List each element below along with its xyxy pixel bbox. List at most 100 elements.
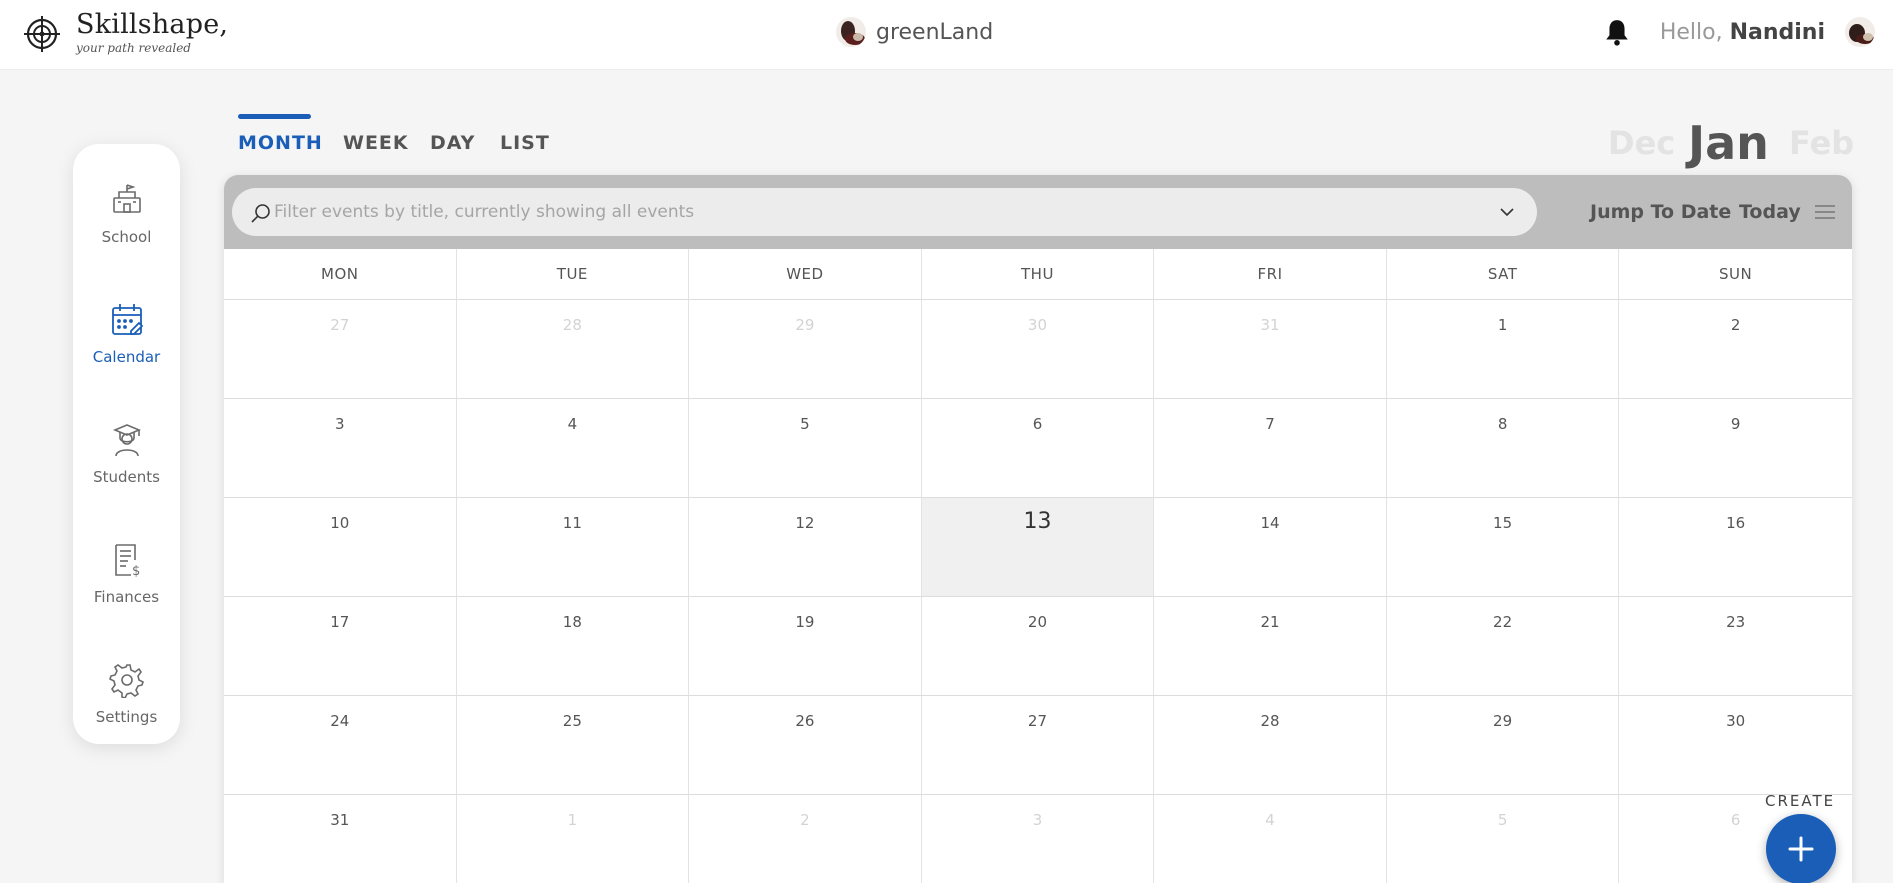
week-row: 17 18 19 20 21 22 23 [224, 597, 1852, 696]
weekday-label: THU [922, 249, 1155, 299]
week-row: 27 28 29 30 31 1 2 [224, 300, 1852, 399]
greeting: Hello, [1659, 19, 1723, 45]
month-grid: MON TUE WED THU FRI SAT SUN 27 28 29 30 31 1 2 3 4 5 6 7 8… [224, 249, 1852, 883]
day-cell[interactable]: 27 [922, 696, 1155, 794]
day-cell[interactable]: 2 [689, 795, 922, 883]
student-icon [112, 424, 141, 457]
create-button[interactable] [1766, 814, 1836, 883]
jump-to-date-button[interactable]: Jump To Date [1590, 201, 1731, 223]
day-cell[interactable]: 4 [1154, 795, 1387, 883]
day-cell[interactable]: 31 [224, 795, 457, 883]
day-cell[interactable]: 30 [1619, 696, 1852, 794]
next-month[interactable]: Feb [1789, 124, 1854, 162]
tab-day[interactable]: DAY [430, 132, 475, 154]
day-cell[interactable]: 1 [457, 795, 690, 883]
sidebar-item-calendar[interactable]: Calendar [73, 302, 180, 392]
tab-week[interactable]: WEEK [343, 132, 409, 154]
day-cell[interactable]: 27 [224, 300, 457, 398]
day-cell[interactable]: 9 [1619, 399, 1852, 497]
search-input[interactable] [274, 190, 1474, 234]
today-button[interactable]: Today [1739, 201, 1801, 223]
calendar-toolbar: Jump To Date Today [224, 175, 1852, 249]
day-cell-today[interactable]: 13 [921, 498, 1155, 596]
weekday-label: SUN [1719, 265, 1753, 283]
day-cell[interactable]: 6 [922, 399, 1155, 497]
sidebar-item-label: School [101, 228, 152, 246]
sidebar-item-label: Calendar [92, 348, 161, 366]
day-cell[interactable]: 26 [689, 696, 922, 794]
compass-logo-icon [24, 16, 60, 52]
weekday-label: WED [689, 249, 922, 299]
day-cell[interactable]: 2 [1619, 300, 1852, 398]
day-cell[interactable]: 11 [457, 498, 690, 596]
day-cell[interactable]: 10 [224, 498, 457, 596]
day-cell[interactable]: 15 [1387, 498, 1620, 596]
weekday-header: MON TUE WED THU FRI SAT SUN [224, 249, 1852, 300]
day-cell[interactable]: 8 [1387, 399, 1620, 497]
week-row: 31 1 2 3 4 5 6 [224, 795, 1852, 883]
user-area: Hello, Nandini [1604, 17, 1875, 47]
top-bar: Skillshape, your path revealed greenLand… [0, 0, 1893, 70]
weekday-label: MON [224, 249, 457, 299]
school-icon [112, 184, 141, 213]
day-cell[interactable]: 29 [689, 300, 922, 398]
user-avatar[interactable] [1845, 17, 1875, 47]
user-name[interactable]: Nandini [1730, 20, 1825, 45]
day-cell[interactable]: 31 [1154, 300, 1387, 398]
gear-icon [108, 664, 144, 698]
day-cell[interactable]: 22 [1387, 597, 1620, 695]
tab-month[interactable]: MONTH [238, 132, 323, 154]
brand-tagline: your path revealed [76, 41, 191, 55]
calendar-icon [111, 304, 143, 335]
day-cell[interactable]: 5 [1387, 795, 1620, 883]
day-cell[interactable]: 19 [689, 597, 922, 695]
day-cell[interactable]: 28 [1154, 696, 1387, 794]
day-cell[interactable]: 21 [1154, 597, 1387, 695]
day-cell[interactable]: 28 [457, 300, 690, 398]
day-cell[interactable]: 23 [1619, 597, 1852, 695]
day-cell[interactable]: 30 [922, 300, 1155, 398]
sidebar-item-school[interactable]: School [73, 182, 180, 272]
previous-month[interactable]: Dec [1608, 124, 1675, 162]
day-cell[interactable]: 5 [689, 399, 922, 497]
brand-name: Skillshape, [76, 9, 229, 40]
day-cell[interactable]: 7 [1154, 399, 1387, 497]
day-cell[interactable]: 18 [457, 597, 690, 695]
day-cell[interactable]: 16 [1619, 498, 1852, 596]
org-name: greenLand [876, 19, 994, 45]
active-tab-indicator [238, 114, 311, 119]
sidebar-item-label: Students [93, 468, 160, 486]
day-cell[interactable]: 3 [922, 795, 1155, 883]
current-month: Jan [1688, 116, 1769, 170]
day-cell[interactable]: 4 [457, 399, 690, 497]
sidebar-item-settings[interactable]: Settings [73, 662, 180, 752]
finances-icon: $ [114, 544, 140, 578]
week-row: 24 25 26 27 28 29 30 [224, 696, 1852, 795]
sidebar-item-finances[interactable]: $ Finances [73, 542, 180, 632]
sidebar-item-label: Settings [95, 708, 158, 726]
menu-icon[interactable] [1815, 204, 1835, 220]
week-row: 10 11 12 13 14 15 16 [224, 498, 1852, 597]
chevron-down-icon[interactable] [1499, 205, 1515, 219]
search-icon [251, 204, 270, 223]
day-cell[interactable]: 20 [922, 597, 1155, 695]
brand[interactable]: Skillshape, your path revealed [22, 8, 228, 55]
day-cell[interactable]: 14 [1154, 498, 1387, 596]
organization-switcher[interactable]: greenLand [836, 17, 993, 47]
weekday-label: FRI [1154, 249, 1387, 299]
day-cell[interactable]: 17 [224, 597, 457, 695]
day-cell[interactable]: 12 [689, 498, 922, 596]
create-label: CREATE [1765, 792, 1836, 810]
sidebar-item-students[interactable]: Students [73, 422, 180, 512]
day-cell[interactable]: 25 [457, 696, 690, 794]
day-cell[interactable]: 24 [224, 696, 457, 794]
day-cell[interactable]: 1 [1387, 300, 1620, 398]
svg-text:$: $ [132, 564, 140, 578]
day-cell[interactable]: 29 [1387, 696, 1620, 794]
day-cell[interactable]: 3 [224, 399, 457, 497]
bell-icon[interactable] [1604, 18, 1630, 46]
event-filter[interactable] [232, 188, 1537, 236]
sidebar: School Calendar Students $ Finances Sett… [73, 144, 180, 744]
tab-list[interactable]: LIST [500, 132, 550, 154]
org-avatar [836, 17, 866, 47]
